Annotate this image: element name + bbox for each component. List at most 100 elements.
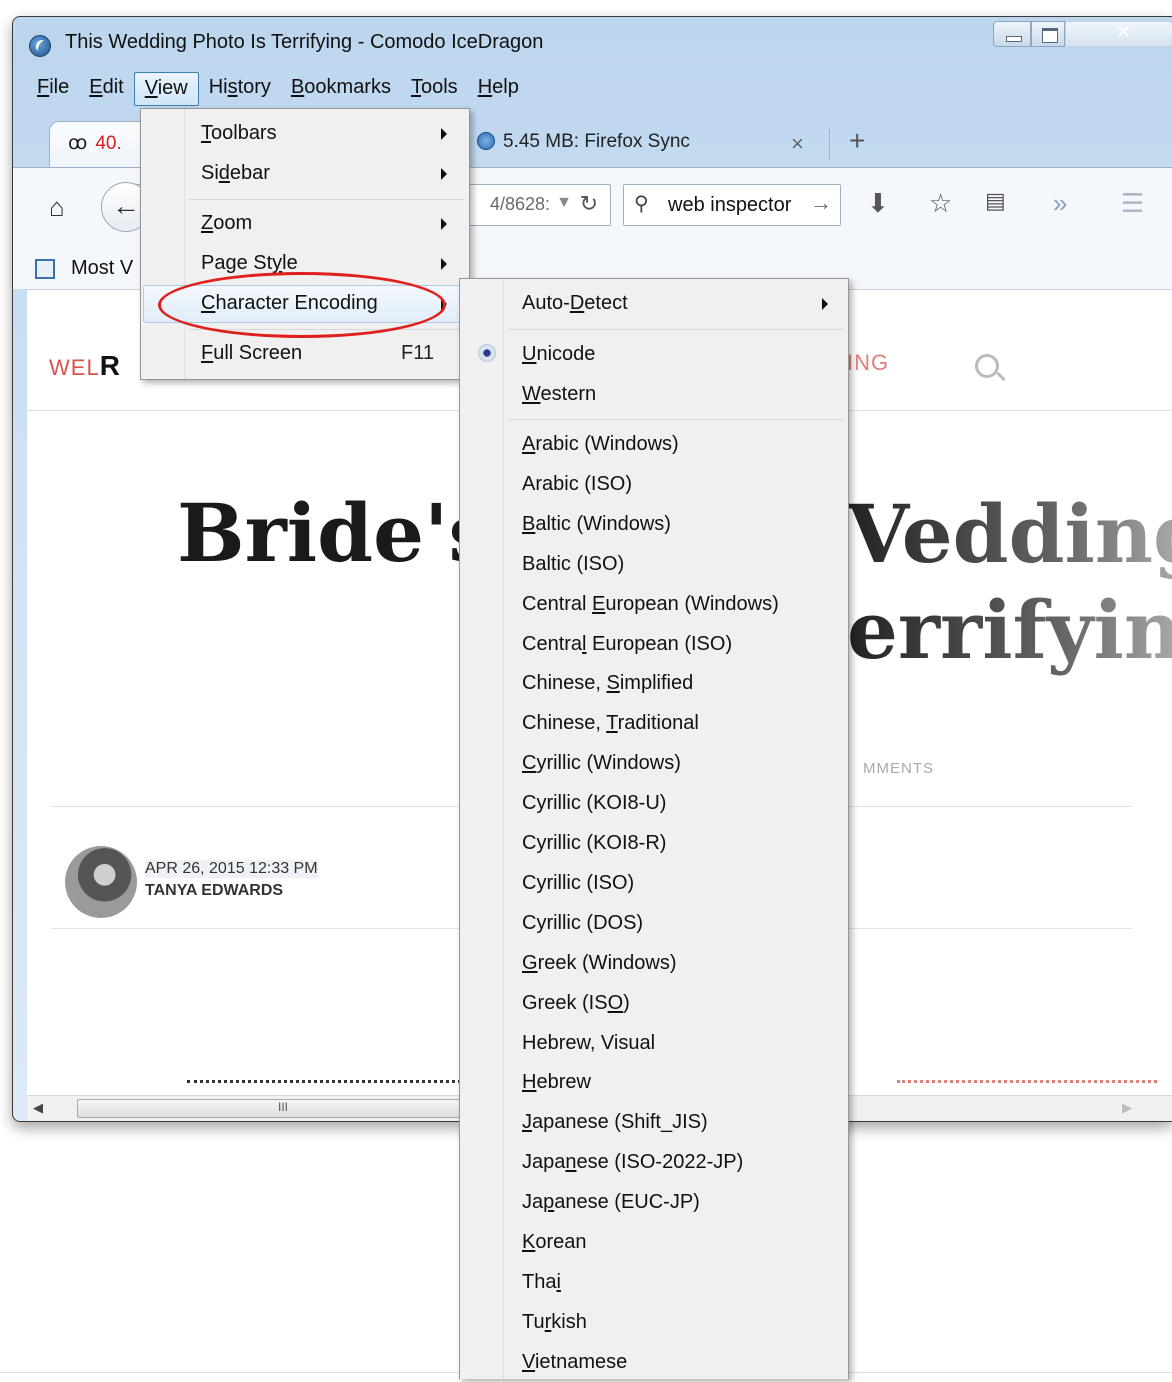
scrollbar-grip: III	[278, 1100, 289, 1114]
menu-file[interactable]: File	[27, 72, 79, 106]
encoding-item[interactable]: Cyrillic (KOI8-R)	[462, 825, 846, 863]
bookmarks-menu-icon[interactable]: ▤	[985, 188, 1006, 214]
encoding-item[interactable]: Central European (Windows)	[462, 586, 846, 624]
menu-help[interactable]: Help	[468, 72, 529, 106]
site-nav-right[interactable]: ING	[847, 350, 889, 376]
encoding-item[interactable]: Baltic (ISO)	[462, 546, 846, 584]
encoding-item[interactable]: Cyrillic (KOI8-U)	[462, 785, 846, 823]
encoding-label: Baltic (ISO)	[522, 552, 625, 575]
new-tab-button[interactable]: +	[849, 125, 865, 157]
menu-item-page-style[interactable]: Page Style	[143, 245, 467, 283]
tab-favicon-icon: ꝏ	[68, 133, 88, 154]
close-icon: ✕	[1116, 22, 1132, 42]
headline-left: Bride's	[177, 486, 494, 580]
shortcut-label: F11	[401, 342, 434, 364]
post-author[interactable]: TANYA EDWARDS	[145, 882, 283, 900]
encoding-auto-detect[interactable]: Auto-Detect	[462, 285, 846, 323]
submenu-arrow-icon	[441, 128, 447, 140]
encoding-label: Thai	[522, 1270, 561, 1293]
search-bar[interactable]: ⚲ web inspector →	[623, 184, 841, 226]
encoding-item[interactable]: Thai	[462, 1264, 846, 1302]
menu-bookmarks[interactable]: Bookmarks	[281, 72, 401, 106]
menu-history[interactable]: History	[199, 72, 281, 106]
encoding-western[interactable]: Western	[462, 376, 846, 414]
menu-separator	[508, 419, 844, 420]
encoding-item[interactable]: Japanese (ISO-2022-JP)	[462, 1144, 846, 1182]
maximize-button[interactable]	[1031, 21, 1065, 47]
encoding-item[interactable]: Greek (ISO)	[462, 985, 846, 1023]
menu-tools[interactable]: Tools	[401, 72, 468, 106]
encoding-item[interactable]: Hebrew	[462, 1064, 846, 1102]
menu-edit[interactable]: Edit	[79, 72, 133, 106]
comments-link[interactable]: MMENTS	[863, 760, 934, 777]
most-visited-bookmark[interactable]: Most V	[71, 257, 133, 280]
star-icon[interactable]: ☆	[929, 188, 952, 219]
home-icon[interactable]: ⌂	[49, 192, 65, 223]
scroll-right-icon[interactable]: ▶	[1122, 1100, 1132, 1116]
site-nav-left[interactable]: WELR	[49, 350, 121, 382]
encoding-item[interactable]: Vietnamese	[462, 1344, 846, 1382]
submenu-arrow-icon	[441, 168, 447, 180]
submenu-arrow-icon	[441, 258, 447, 270]
encoding-item[interactable]: Arabic (Windows)	[462, 426, 846, 464]
menu-bar: File Edit View History Bookmarks Tools H…	[27, 72, 529, 106]
tab-divider	[829, 129, 830, 159]
reload-icon[interactable]: ↻	[580, 191, 598, 217]
minimize-button[interactable]	[993, 21, 1031, 47]
encoding-label: Vietnamese	[522, 1350, 628, 1373]
search-go-icon[interactable]: →	[810, 190, 832, 216]
encoding-item[interactable]: Turkish	[462, 1304, 846, 1342]
encoding-item[interactable]: Chinese, Traditional	[462, 705, 846, 743]
encoding-label: Japanese (Shift_JIS)	[522, 1111, 708, 1134]
encoding-unicode[interactable]: Unicode	[462, 336, 846, 374]
encoding-item[interactable]: Baltic (Windows)	[462, 506, 846, 544]
scrollbar-thumb[interactable]: III	[77, 1099, 487, 1118]
encoding-item[interactable]: Cyrillic (ISO)	[462, 865, 846, 903]
url-dropdown-icon[interactable]: ▼	[556, 194, 572, 212]
title-bar: This Wedding Photo Is Terrifying - Comod…	[13, 17, 1172, 69]
encoding-item[interactable]: Japanese (Shift_JIS)	[462, 1104, 846, 1142]
submenu-arrow-icon	[441, 218, 447, 230]
encoding-item[interactable]: Cyrillic (Windows)	[462, 745, 846, 783]
body-link-fragment	[897, 1080, 1157, 1086]
encoding-label: Greek (Windows)	[522, 951, 677, 974]
body-text-fragment	[187, 1080, 467, 1086]
encoding-item[interactable]: Korean	[462, 1224, 846, 1262]
encoding-label: Hebrew	[522, 1071, 591, 1094]
submenu-arrow-icon	[822, 298, 828, 310]
encoding-item[interactable]: Central European (ISO)	[462, 626, 846, 664]
close-window-button[interactable]: ✕	[1065, 21, 1172, 47]
encoding-item[interactable]: Arabic (ISO)	[462, 466, 846, 504]
download-icon[interactable]: ⬇	[867, 188, 889, 219]
menu-view[interactable]: View	[133, 72, 199, 106]
menu-item-zoom[interactable]: Zoom	[143, 205, 467, 243]
search-input[interactable]: web inspector	[668, 194, 791, 217]
menu-item-sidebar[interactable]: Sidebar	[143, 155, 467, 193]
hamburger-menu-icon[interactable]: ☰	[1121, 188, 1144, 219]
menu-separator	[508, 329, 844, 330]
menu-item-character-encoding[interactable]: Character Encoding	[143, 285, 467, 323]
url-text: 4/8628:	[489, 194, 550, 214]
encoding-label: Baltic (Windows)	[522, 512, 671, 535]
encoding-item[interactable]: Cyrillic (DOS)	[462, 905, 846, 943]
tab-close-icon[interactable]: ×	[791, 131, 804, 157]
site-search-icon[interactable]	[975, 354, 999, 378]
tab-firefox-sync[interactable]: 5.45 MB: Firefox Sync	[459, 121, 819, 167]
encoding-item[interactable]: Japanese (EUC-JP)	[462, 1184, 846, 1222]
encoding-label: Greek (ISO)	[522, 991, 630, 1014]
encoding-item[interactable]: Chinese, Simplified	[462, 665, 846, 703]
encoding-label: Chinese, Simplified	[522, 672, 694, 695]
encoding-item[interactable]: Greek (Windows)	[462, 945, 846, 983]
encoding-label: Cyrillic (KOI8-R)	[522, 832, 667, 854]
encoding-label: Cyrillic (DOS)	[522, 911, 644, 934]
menu-item-full-screen[interactable]: Full Screen F11	[143, 335, 467, 373]
overflow-icon[interactable]: »	[1053, 188, 1067, 219]
encoding-label: Hebrew, Visual	[522, 1031, 656, 1054]
tab-count: 40.	[95, 133, 122, 154]
encoding-label: Cyrillic (ISO)	[522, 871, 635, 894]
sync-icon	[477, 132, 495, 150]
scroll-left-icon[interactable]: ◀	[33, 1100, 43, 1116]
search-icon: ⚲	[634, 193, 649, 215]
menu-item-toolbars[interactable]: Toolbars	[143, 115, 467, 153]
encoding-item[interactable]: Hebrew, Visual	[462, 1025, 846, 1063]
